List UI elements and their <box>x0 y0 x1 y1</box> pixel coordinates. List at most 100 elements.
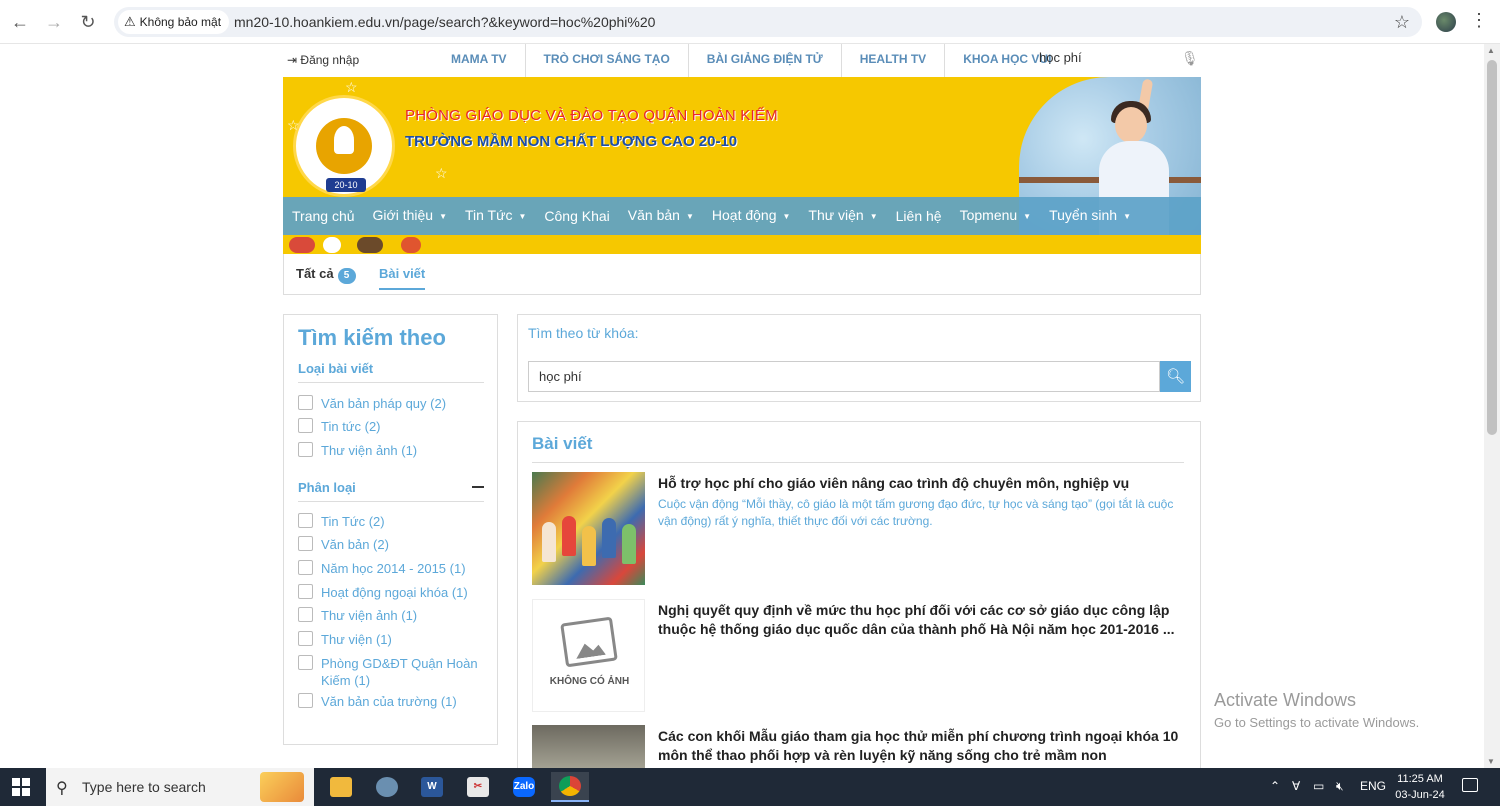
menu-item-label: Liên hệ <box>895 208 942 224</box>
section-post-type[interactable]: Loại bài viết <box>298 361 484 383</box>
page-scrollbar[interactable]: ▲ ▼ <box>1484 44 1500 768</box>
filter-label[interactable]: Thư viện ảnh (1) <box>321 607 484 624</box>
filter-checkbox-row[interactable]: Văn bản pháp quy (2) <box>298 395 484 412</box>
profile-avatar[interactable] <box>1436 12 1456 32</box>
star-icon: ☆ <box>435 165 448 181</box>
search-button[interactable]: 🔍︎ <box>1160 361 1191 392</box>
menu-item[interactable]: Liên hệ <box>887 197 951 235</box>
filter-checkbox-row[interactable]: Thư viện ảnh (1) <box>298 607 484 624</box>
address-bar[interactable]: ⚠ Không bảo mật mn20-10.hoankiem.edu.vn/p… <box>114 7 1422 37</box>
checkbox[interactable] <box>298 693 313 708</box>
article-title[interactable]: Các con khối Mẫu giáo tham gia học thử m… <box>658 727 1184 765</box>
network-icon[interactable]: ▭ <box>1313 779 1324 793</box>
menu-item[interactable]: Trang chủ <box>283 197 364 235</box>
checkbox[interactable] <box>298 655 313 670</box>
tab-posts[interactable]: Bài viết <box>379 266 426 290</box>
top-link[interactable]: BÀI GIẢNG ĐIỆN TỬ <box>689 44 842 77</box>
article-thumbnail[interactable] <box>532 725 645 768</box>
bookmark-star-icon[interactable]: ☆ <box>1394 7 1410 37</box>
caret-down-icon: ▼ <box>685 211 694 221</box>
search-highlight-icon[interactable] <box>260 772 304 802</box>
checkbox[interactable] <box>298 631 313 646</box>
article-thumbnail[interactable]: KHÔNG CÓ ẢNH <box>532 599 645 712</box>
warning-icon: ⚠ <box>124 14 136 29</box>
top-link[interactable]: TRÒ CHƠI SÁNG TẠO <box>526 44 689 77</box>
checkbox[interactable] <box>298 536 313 551</box>
security-chip[interactable]: ⚠ Không bảo mật <box>118 10 230 34</box>
checkbox[interactable] <box>298 513 313 528</box>
filter-checkbox-row[interactable]: Tin tức (2) <box>298 418 484 435</box>
keyword-input[interactable]: học phí <box>528 361 1160 392</box>
section-category[interactable]: Phân loại <box>298 480 484 502</box>
filter-label[interactable]: Tin Tức (2) <box>321 513 484 530</box>
tab-all-label: Tất cả <box>296 266 334 281</box>
menu-item[interactable]: Thư viện ▼ <box>799 196 886 235</box>
checkbox[interactable] <box>298 560 313 575</box>
menu-item[interactable]: Giới thiệu ▼ <box>364 196 456 235</box>
no-image-icon <box>560 616 618 668</box>
menu-item[interactable]: Công Khai <box>535 197 618 235</box>
filter-label[interactable]: Tin tức (2) <box>321 418 484 435</box>
filter-checkbox-row[interactable]: Văn bản của trường (1) <box>298 693 484 710</box>
filter-checkbox-row[interactable]: Hoạt động ngoại khóa (1) <box>298 584 484 601</box>
filter-label[interactable]: Văn bản của trường (1) <box>321 693 484 710</box>
checkbox[interactable] <box>298 607 313 622</box>
menu-item[interactable]: Topmenu ▼ <box>951 196 1041 235</box>
taskbar-clock[interactable]: 11:25 AM 03-Jun-24 <box>1390 771 1450 803</box>
word-icon[interactable]: W <box>413 772 451 802</box>
taskbar-search[interactable]: ⚲ Type here to search <box>46 768 314 806</box>
filter-checkbox-row[interactable]: Thư viện ảnh (1) <box>298 442 484 459</box>
mic-icon[interactable]: 🎙 <box>1181 50 1199 67</box>
menu-item[interactable]: Hoạt động ▼ <box>703 196 800 235</box>
menu-item[interactable]: Tin Tức ▼ <box>456 196 535 235</box>
filter-checkbox-row[interactable]: Văn bản (2) <box>298 536 484 553</box>
login-link[interactable]: ⇥ Đăng nhập <box>287 53 359 67</box>
tray-chevron-icon[interactable]: ⌃ <box>1270 779 1280 793</box>
filter-label[interactable]: Phòng GD&ĐT Quận Hoàn Kiếm (1) <box>321 655 484 689</box>
top-link[interactable]: MAMA TV <box>433 44 526 77</box>
article-title[interactable]: Hỗ trợ học phí cho giáo viên nâng cao tr… <box>658 474 1184 493</box>
app-icon[interactable] <box>368 772 406 802</box>
checkbox[interactable] <box>298 442 313 457</box>
volume-mute-icon[interactable]: 🔇︎ <box>1336 779 1344 794</box>
tab-all[interactable]: Tất cả 5 <box>296 266 356 284</box>
windows-start-icon[interactable] <box>12 778 30 796</box>
filter-label[interactable]: Thư viện (1) <box>321 631 484 648</box>
menu-item[interactable]: Văn bản ▼ <box>619 196 703 235</box>
notification-icon[interactable] <box>1462 778 1478 792</box>
filter-label[interactable]: Văn bản (2) <box>321 536 484 553</box>
input-language[interactable]: ENG <box>1360 779 1386 793</box>
collapse-minus-icon[interactable] <box>472 486 484 488</box>
checkbox[interactable] <box>298 584 313 599</box>
filter-checkbox-row[interactable]: Thư viện (1) <box>298 631 484 648</box>
top-link[interactable]: HEALTH TV <box>842 44 946 77</box>
reload-icon[interactable]: ↻ <box>76 10 100 34</box>
filter-checkbox-row[interactable]: Phòng GD&ĐT Quận Hoàn Kiếm (1) <box>298 655 484 689</box>
security-label: Không bảo mật <box>139 15 222 29</box>
pen-icon[interactable]: ∀ <box>1292 779 1300 793</box>
file-explorer-icon[interactable] <box>322 772 360 802</box>
top-search-input[interactable]: học phí <box>1039 50 1189 65</box>
chrome-icon[interactable] <box>551 772 589 802</box>
back-icon[interactable]: ← <box>8 10 32 34</box>
filter-checkbox-row[interactable]: Tin Tức (2) <box>298 513 484 530</box>
filter-label[interactable]: Hoạt động ngoại khóa (1) <box>321 584 484 601</box>
snipping-tool-icon[interactable]: ✂ <box>459 772 497 802</box>
filter-label[interactable]: Năm học 2014 - 2015 (1) <box>321 560 484 577</box>
browser-menu-icon[interactable]: ⋮ <box>1470 10 1488 31</box>
scroll-up-icon[interactable]: ▲ <box>1487 46 1495 55</box>
forward-icon[interactable]: → <box>42 10 66 34</box>
scrollbar-thumb[interactable] <box>1487 60 1497 435</box>
menu-item[interactable]: Tuyển sinh ▼ <box>1040 196 1140 235</box>
url-text[interactable]: mn20-10.hoankiem.edu.vn/page/search?&key… <box>234 7 655 37</box>
scroll-down-icon[interactable]: ▼ <box>1487 757 1495 766</box>
checkbox[interactable] <box>298 418 313 433</box>
filter-label[interactable]: Văn bản pháp quy (2) <box>321 395 484 412</box>
article-thumbnail[interactable] <box>532 472 645 585</box>
checkbox[interactable] <box>298 395 313 410</box>
filter-checkbox-row[interactable]: Năm học 2014 - 2015 (1) <box>298 560 484 577</box>
tab-all-count: 5 <box>337 268 356 284</box>
filter-label[interactable]: Thư viện ảnh (1) <box>321 442 484 459</box>
zalo-icon[interactable]: Zalo <box>505 772 543 802</box>
article-title[interactable]: Nghị quyết quy định về mức thu học phí đ… <box>658 601 1184 639</box>
